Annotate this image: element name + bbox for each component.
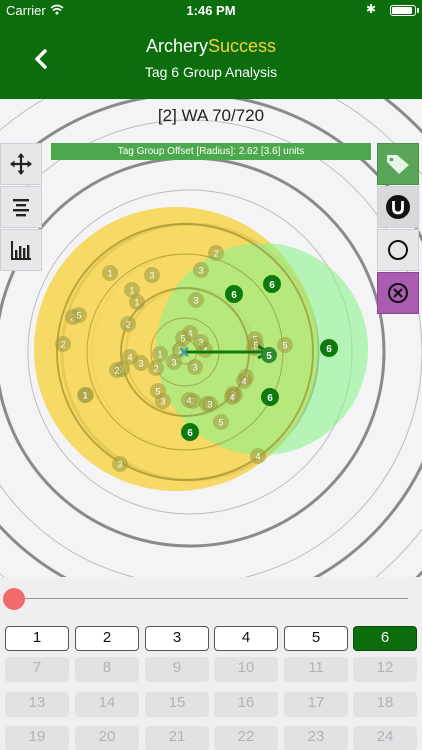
tag-button-16: 16 [214, 692, 278, 717]
tag-button-3[interactable]: 3 [145, 626, 209, 651]
tag-button-19: 19 [5, 726, 69, 750]
arrow-marker-label: 1 [82, 391, 87, 401]
app-title-part1: Archery [145, 36, 208, 56]
arrow-marker-label: 1 [129, 286, 134, 296]
arrow-marker-label: 2 [60, 340, 65, 350]
tag6-arrow-label: 6 [187, 428, 193, 439]
tag-tool-button[interactable] [377, 143, 419, 185]
u-mode-button[interactable] [377, 186, 419, 228]
arrow-marker-label: 3 [207, 400, 212, 410]
arrow-marker-label: 4 [229, 393, 234, 403]
bar-chart-icon [11, 241, 31, 260]
tag-button-2[interactable]: 2 [75, 626, 139, 651]
arrow-marker-label: 1 [107, 269, 112, 279]
tag-icon [387, 155, 409, 174]
chart-tool-button[interactable] [0, 229, 42, 271]
tag-button-11: 11 [284, 657, 348, 682]
x-circle-icon [388, 283, 408, 303]
arrow-marker-label: 3 [198, 266, 203, 276]
tag-button-10: 10 [214, 657, 278, 682]
arrow-marker-label: 3 [193, 296, 198, 306]
tag-button-4[interactable]: 4 [214, 626, 278, 651]
arrow-marker-label: 3 [160, 397, 165, 407]
clock: 1:46 PM [186, 3, 236, 18]
arrow-marker-label: 5 [76, 311, 81, 321]
bluetooth-icon: ✱ [365, 2, 376, 16]
tag-button-7: 7 [5, 657, 69, 682]
navigation-bar: ArcherySuccess Tag 6 Group Analysis [0, 20, 422, 99]
arrow-marker-label: 2 [125, 320, 130, 330]
arrow-marker-label: 4 [241, 377, 246, 387]
tag-button-15: 15 [145, 692, 209, 717]
arrow-marker-label: 3 [149, 271, 154, 281]
app-title: ArcherySuccess [0, 36, 422, 57]
tag-button-12: 12 [353, 657, 417, 682]
align-center-icon [13, 199, 29, 217]
target-face[interactable]: 1323112523214531434332231252454353454134… [0, 99, 422, 577]
arrow-marker-label: 3 [171, 358, 176, 368]
arrow-marker-label: 4 [186, 396, 191, 406]
tag-button-6[interactable]: 6 [353, 626, 417, 651]
move-arrows-icon [10, 153, 32, 175]
arrow-marker-label: 4 [255, 452, 260, 462]
arrow-marker-label: 2 [114, 366, 119, 376]
slider-thumb[interactable] [3, 588, 25, 610]
app-title-part2: Success [207, 36, 277, 56]
tag-button-1[interactable]: 1 [5, 626, 69, 651]
tag6-arrow-label: 6 [267, 393, 273, 404]
circle-outline-icon [388, 240, 408, 260]
arrow-marker-label: 5 [282, 341, 287, 351]
tag6-arrow-label: 6 [269, 280, 275, 291]
arrow-marker-label: 5 [253, 341, 258, 351]
arrow-marker-label: 3 [192, 363, 197, 373]
arrow-marker-label: 2 [153, 364, 158, 374]
tag-button-9: 9 [145, 657, 209, 682]
tag-button-22: 22 [214, 726, 278, 750]
page-subtitle: Tag 6 Group Analysis [144, 64, 278, 80]
tag-button-5[interactable]: 5 [284, 626, 348, 651]
offset-banner: Tag Group Offset [Radius]: 2.62 [3.6] un… [51, 143, 371, 160]
tag-button-23: 23 [284, 726, 348, 750]
arrow-marker-label: 1 [157, 350, 162, 360]
tag-selector: 1 2 3 4 5 6 7 8 9 10 11 12 13 14 15 16 17 18 19 20 21 22 23 24 [0, 620, 422, 750]
arrow-marker-label: 3 [117, 460, 122, 470]
delete-mode-button[interactable] [377, 272, 419, 314]
round-title: [2] WA 70/720 [157, 106, 265, 125]
tag-button-18: 18 [353, 692, 417, 717]
end-slider [0, 577, 422, 620]
arrow-marker-label: 4 [127, 353, 132, 363]
tag-button-21: 21 [145, 726, 209, 750]
tag6-arrow-label: 6 [326, 344, 332, 355]
arrow-marker-label: 5 [218, 418, 223, 428]
tag-button-14: 14 [75, 692, 139, 717]
tag-button-13: 13 [5, 692, 69, 717]
u-circle-icon [386, 195, 410, 219]
circle-mode-button[interactable] [377, 229, 419, 271]
move-tool-button[interactable] [0, 143, 42, 185]
tag-button-24: 24 [353, 726, 417, 750]
status-bar: Carrier 1:46 PM ✱ [0, 0, 422, 20]
arrow-marker-label: 3 [138, 359, 143, 369]
app-screen: Carrier 1:46 PM ✱ ArcherySuccess Tag 6 G… [0, 0, 422, 750]
arrow-marker-label: 2 [213, 249, 218, 259]
tag-button-20: 20 [75, 726, 139, 750]
tag-button-8: 8 [75, 657, 139, 682]
battery-icon [390, 5, 419, 16]
arrow-marker-label: 1 [134, 298, 139, 308]
tag6-arrow-label: 6 [231, 290, 237, 301]
tag-button-17: 17 [284, 692, 348, 717]
arrow-marker-label: 5 [180, 334, 185, 344]
slider-track [14, 598, 408, 599]
tag6-arrow-label: 5 [266, 351, 272, 362]
align-tool-button[interactable] [0, 186, 42, 228]
